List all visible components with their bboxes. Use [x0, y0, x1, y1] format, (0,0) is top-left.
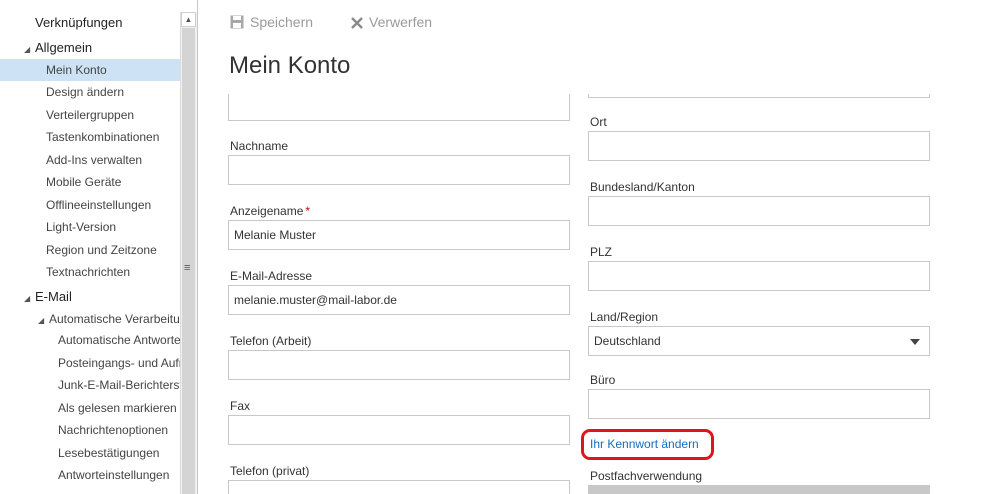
telefon-arbeit-label: Telefon (Arbeit) [230, 334, 312, 348]
required-mark: * [305, 204, 311, 218]
page-title: Mein Konto [229, 52, 351, 79]
sidebar-item-junk-email[interactable]: Junk-E-Mail-Berichterstattung [0, 374, 180, 396]
email-label: E-Mail-Adresse [230, 269, 313, 283]
section-email[interactable]: ◢ E-Mail [24, 289, 72, 304]
sidebar-header: Verknüpfungen [35, 15, 123, 30]
discard-button[interactable]: Verwerfen [351, 14, 432, 32]
telefon-arbeit-field[interactable] [228, 350, 570, 380]
anzeigename-label: Anzeigename * [230, 204, 310, 218]
anzeigename-field[interactable]: Melanie Muster [228, 220, 570, 250]
plz-label: PLZ [590, 245, 613, 259]
email-field[interactable]: melanie.muster@mail-labor.de [228, 285, 570, 315]
plz-field[interactable] [588, 261, 930, 291]
anzeigename-label-text: Anzeigename [230, 204, 304, 218]
close-icon [351, 16, 363, 32]
subsection-auto[interactable]: ◢ Automatische Verarbeitung [38, 312, 180, 326]
sidebar-item-textnachrichten[interactable]: Textnachrichten [0, 261, 180, 283]
sidebar-item-posteingangsregeln[interactable]: Posteingangs- und Aufräumregeln [0, 352, 180, 374]
subsection-auto-label: Automatische Verarbeitung [49, 312, 180, 326]
fax-label: Fax [230, 399, 251, 413]
sidebar-item-auto-antworten[interactable]: Automatische Antworten [0, 329, 180, 351]
sidebar-item-tastenkombinationen[interactable]: Tastenkombinationen [0, 126, 180, 148]
save-button[interactable]: Speichern [230, 14, 313, 32]
collapse-triangle-icon: ◢ [24, 294, 31, 303]
sidebar: Verknüpfungen ◢ Allgemein Mein Konto Desi… [0, 0, 180, 494]
sidebar-item-verteilergruppen[interactable]: Verteilergruppen [0, 104, 180, 126]
sidebar-item-light-version[interactable]: Light-Version [0, 216, 180, 238]
telefon-privat-field[interactable] [228, 480, 570, 494]
scroll-up-icon[interactable]: ▲ [181, 12, 196, 27]
bundesland-label: Bundesland/Kanton [590, 180, 695, 194]
grip-icon: ≡ [184, 262, 191, 274]
save-label: Speichern [250, 14, 314, 30]
ort-label: Ort [590, 115, 607, 129]
land-label: Land/Region [590, 310, 659, 324]
bundesland-field[interactable] [588, 196, 930, 226]
fax-field[interactable] [228, 415, 570, 445]
sidebar-item-design[interactable]: Design ändern [0, 81, 180, 103]
collapse-triangle-icon: ◢ [24, 45, 31, 54]
land-select-value: Deutschland [594, 334, 661, 348]
sidebar-item-nachrichtenoptionen[interactable]: Nachrichtenoptionen [0, 419, 180, 441]
buero-label: Büro [590, 373, 616, 387]
land-select[interactable]: Deutschland [588, 326, 930, 356]
sidebar-item-add-ins[interactable]: Add-Ins verwalten [0, 149, 180, 171]
sidebar-item-als-gelesen[interactable]: Als gelesen markieren [0, 397, 180, 419]
mailbox-usage-bar [588, 485, 930, 494]
postfach-label: Postfachverwendung [590, 469, 703, 483]
sidebar-item-region[interactable]: Region und Zeitzone [0, 239, 180, 261]
chevron-down-icon [910, 339, 920, 345]
section-general[interactable]: ◢ Allgemein [24, 40, 92, 55]
scroll-thumb[interactable]: ≡ [182, 28, 195, 494]
section-email-label: E-Mail [35, 289, 72, 304]
highlight-annotation [581, 429, 714, 460]
strasse-field[interactable] [588, 94, 930, 98]
collapse-triangle-icon: ◢ [38, 316, 45, 325]
vorname-field[interactable] [228, 94, 570, 121]
ort-field[interactable] [588, 131, 930, 161]
section-general-label: Allgemein [35, 40, 93, 55]
sidebar-item-offline[interactable]: Offlineeinstellungen [0, 194, 180, 216]
nachname-field[interactable] [228, 155, 570, 185]
telefon-privat-label: Telefon (privat) [230, 464, 310, 478]
sidebar-scrollbar[interactable]: ▲ ≡ [180, 12, 197, 494]
sidebar-item-mobile-geraete[interactable]: Mobile Geräte [0, 171, 180, 193]
nachname-label: Nachname [230, 139, 289, 153]
sidebar-item-lesebestaetigungen[interactable]: Lesebestätigungen [0, 442, 180, 464]
discard-label: Verwerfen [369, 14, 433, 30]
pane-divider [197, 0, 198, 494]
save-icon [230, 15, 244, 32]
sidebar-item-antworteinstellungen[interactable]: Antworteinstellungen [0, 464, 180, 486]
buero-field[interactable] [588, 389, 930, 419]
sidebar-item-mein-konto[interactable]: Mein Konto [0, 59, 180, 81]
